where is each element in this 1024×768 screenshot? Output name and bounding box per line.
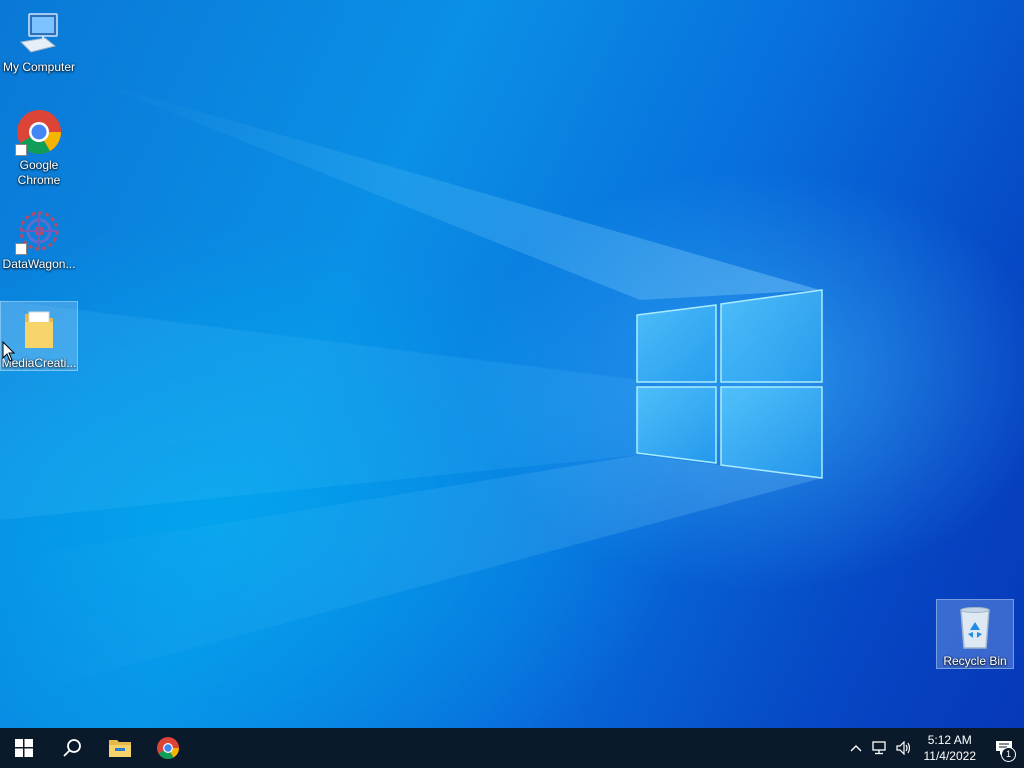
desktop-wallpaper (0, 0, 1024, 728)
taskbar: 5:12 AM 11/4/2022 1 (0, 728, 1024, 768)
desktop-icon-label: Google Chrome (17, 158, 61, 187)
desktop-icon-label: DataWagon... (2, 257, 76, 271)
windows-logo-wallpaper (0, 80, 823, 700)
desktop-icon-label: Recycle Bin (943, 654, 1007, 668)
system-tray: 5:12 AM 11/4/2022 1 (844, 728, 1024, 768)
taskbar-clock[interactable]: 5:12 AM 11/4/2022 (916, 732, 985, 764)
volume-button[interactable] (892, 728, 916, 768)
desktop-icon-recycle-bin[interactable]: Recycle Bin (936, 599, 1014, 669)
action-center-button[interactable]: 1 (984, 728, 1024, 768)
taskbar-file-explorer[interactable] (96, 728, 144, 768)
file-explorer-icon (109, 740, 131, 757)
recycle-bin-icon (951, 604, 999, 652)
volume-icon (895, 741, 910, 755)
folder-icon (15, 306, 63, 354)
desktop-icon-my-computer[interactable]: My Computer (1, 6, 77, 75)
network-button[interactable] (868, 728, 892, 768)
show-hidden-icons-button[interactable] (844, 728, 868, 768)
search-button[interactable] (48, 728, 96, 768)
shortcut-arrow-icon (15, 243, 27, 255)
clock-date: 11/4/2022 (923, 749, 977, 763)
chrome-icon (157, 737, 179, 759)
computer-icon (15, 10, 63, 58)
taskbar-chrome[interactable] (144, 728, 192, 768)
clock-time: 5:12 AM (927, 733, 972, 747)
mouse-cursor-icon (2, 341, 16, 362)
desktop-icon-datawagon[interactable]: DataWagon... (1, 203, 77, 272)
start-button[interactable] (0, 728, 48, 768)
desktop-icon-label: My Computer (2, 60, 76, 74)
search-icon (63, 739, 81, 757)
windows-logo-icon (15, 739, 33, 757)
chevron-up-icon (850, 745, 861, 752)
notification-count-badge: 1 (1001, 747, 1016, 762)
chrome-icon (15, 108, 63, 156)
network-icon (871, 741, 886, 755)
datawagon-icon (15, 207, 63, 255)
desktop-icon-google-chrome[interactable]: Google Chrome (1, 104, 77, 188)
shortcut-arrow-icon (15, 144, 27, 156)
